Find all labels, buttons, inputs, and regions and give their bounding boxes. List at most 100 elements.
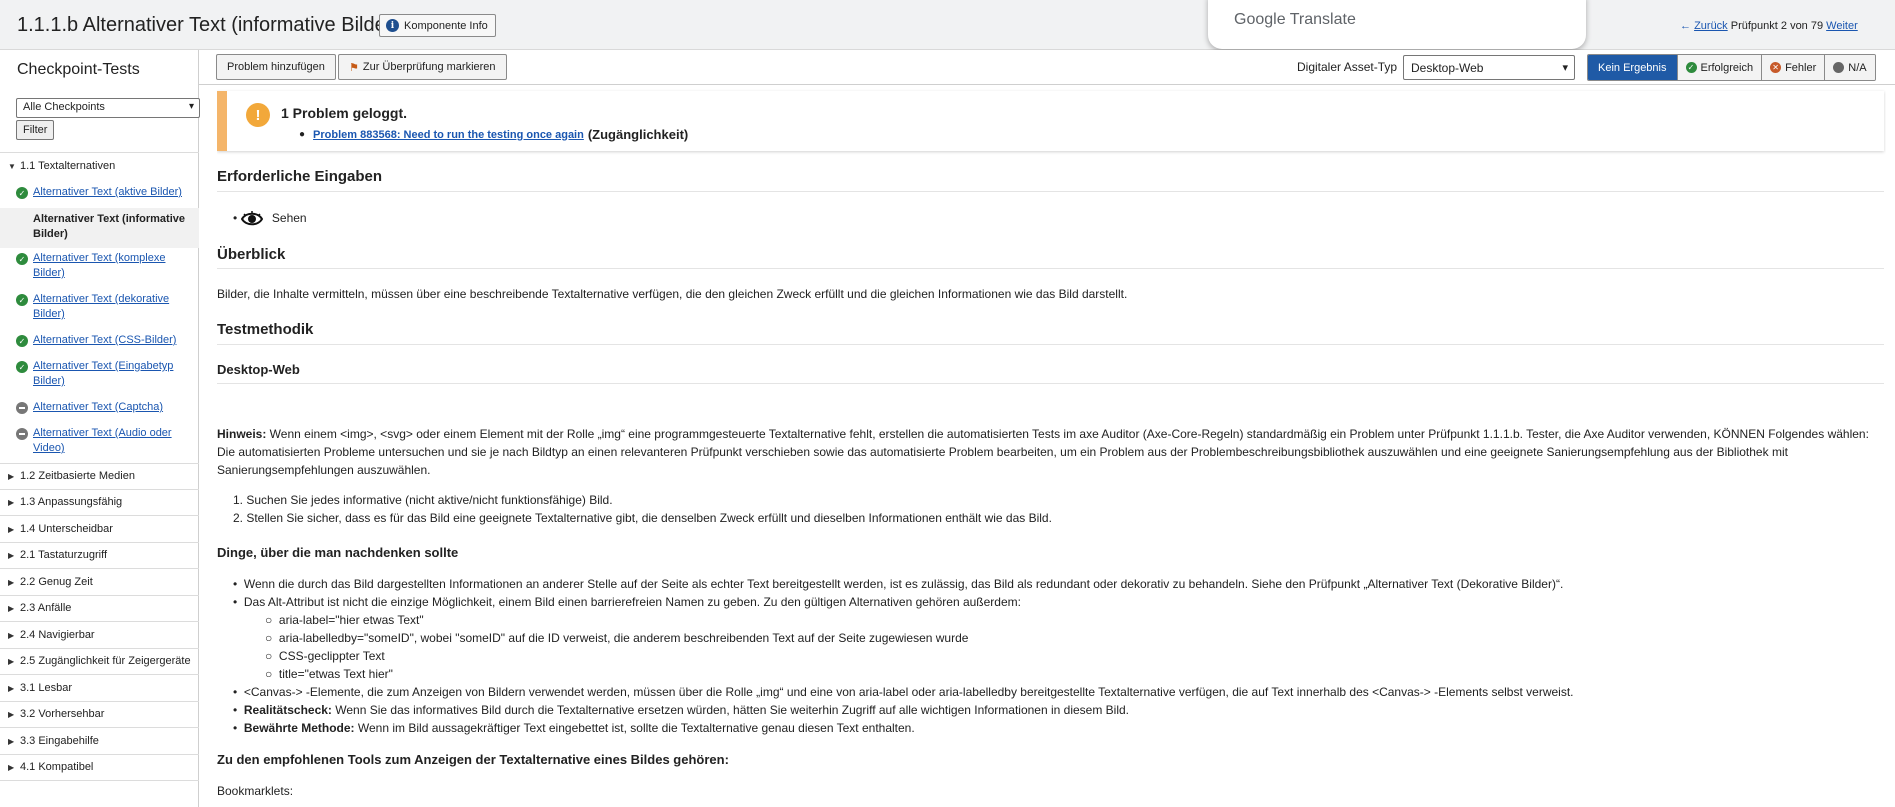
consideration-item: • Realitätscheck: Wenn Sie das informati… — [233, 703, 1130, 717]
sidebar: Checkpoint-Tests Alle Checkpoints ▾ Filt… — [0, 50, 200, 807]
add-problem-button[interactable]: Problem hinzufügen — [216, 54, 336, 80]
sidebar-item-label[interactable]: Alternativer Text (Eingabetyp Bilder) — [33, 359, 186, 389]
triangle-right-icon: ▶ — [8, 736, 15, 746]
google-translate-popup: Google Translate — [1208, 0, 1586, 49]
bullet-icon: ● — [299, 129, 306, 140]
sidebar-item-label[interactable]: Alternativer Text (Captcha) — [33, 400, 163, 415]
komponente-info-button[interactable]: i Komponente Info — [379, 14, 496, 37]
triangle-right-icon: ▶ — [8, 497, 15, 507]
divider — [0, 727, 199, 728]
consideration-item: • Bewährte Methode: Wenn im Bild aussage… — [233, 721, 915, 735]
triangle-right-icon: ▶ — [8, 524, 15, 534]
circle-icon — [1833, 62, 1845, 73]
sidebar-item-eingabetyp-bilder[interactable]: ✓ Alternativer Text (Eingabetyp Bilder) — [16, 359, 186, 389]
sidebar-group-2-3[interactable]: ▶ 2.3 Anfälle — [8, 602, 71, 614]
sidebar-group-2-1[interactable]: ▶ 2.1 Tastaturzugriff — [8, 549, 107, 561]
checkpoint-navigation: ← Zurück Prüfpunkt 2 von 79 Weiter — [1680, 20, 1858, 32]
back-link[interactable]: Zurück — [1694, 20, 1728, 32]
result-none-button[interactable]: Kein Ergebnis — [1588, 55, 1678, 80]
consideration-item: • Wenn die durch das Bild dargestellten … — [233, 577, 1564, 591]
chevron-down-icon: ▾ — [1562, 62, 1568, 74]
result-fail-label: Fehler — [1785, 61, 1817, 74]
check-circle-icon: ✓ — [16, 294, 28, 306]
problem-link[interactable]: Problem 883568: Need to run the testing … — [313, 129, 584, 141]
toolbar: Problem hinzufügen ⚑ Zur Überprüfung mar… — [199, 50, 1895, 85]
step-item: 2. Stellen Sie sicher, dass es für das B… — [233, 511, 1052, 525]
sidebar-item-audio-video[interactable]: Alternativer Text (Audio oder Video) — [16, 426, 186, 456]
minus-circle-icon — [16, 402, 28, 414]
divider — [0, 568, 199, 569]
divider — [0, 515, 199, 516]
next-link[interactable]: Weiter — [1826, 20, 1858, 32]
page-title: 1.1.1.b Alternativer Text (informative B… — [17, 14, 400, 36]
sidebar-item-label[interactable]: Alternativer Text (dekorative Bilder) — [33, 292, 186, 322]
hint-text: Wenn einem <img>, <svg> oder einem Eleme… — [217, 427, 1869, 477]
sidebar-item-aktive-bilder[interactable]: ✓ Alternativer Text (aktive Bilder) — [16, 185, 186, 200]
sidebar-item-komplexe-bilder[interactable]: ✓ Alternativer Text (komplexe Bilder) — [16, 251, 186, 281]
filter-button[interactable]: Filter — [16, 120, 55, 140]
required-inputs-heading: Erforderliche Eingaben — [217, 168, 383, 185]
sidebar-item-css-bilder[interactable]: ✓ Alternativer Text (CSS-Bilder) — [16, 333, 186, 348]
checkpoint-position: Prüfpunkt 2 von 79 — [1730, 20, 1824, 32]
arrow-left-icon: ← — [1680, 20, 1691, 32]
alternative-text: aria-labelledby="someID", wobei "someID"… — [278, 631, 969, 645]
result-fail-button[interactable]: ✕ Fehler — [1762, 55, 1826, 80]
sidebar-group-3-1[interactable]: ▶ 3.1 Lesbar — [8, 682, 72, 694]
google-translate-logo: Google Translate — [1234, 11, 1356, 28]
komponente-info-label: Komponente Info — [404, 19, 488, 32]
sidebar-group-2-2[interactable]: ▶ 2.2 Genug Zeit — [8, 576, 93, 588]
consideration-text: Wenn die durch das Bild dargestellten In… — [243, 577, 1564, 591]
result-pass-button[interactable]: ✓ Erfolgreich — [1677, 55, 1763, 80]
sidebar-group-2-4[interactable]: ▶ 2.4 Navigierbar — [8, 629, 95, 641]
sidebar-group-3-3[interactable]: ▶ 3.3 Eingabehilfe — [8, 735, 99, 747]
sidebar-group-1-2[interactable]: ▶ 1.2 Zeitbasierte Medien — [8, 470, 135, 482]
sidebar-item-label[interactable]: Alternativer Text (CSS-Bilder) — [33, 333, 176, 348]
check-circle-icon: ✓ — [1685, 62, 1697, 73]
sidebar-item-label[interactable]: Alternativer Text (komplexe Bilder) — [33, 251, 186, 281]
checkpoint-filter-select[interactable]: Alle Checkpoints ▾ — [16, 98, 200, 118]
alternative-item: ○ aria-labelledby="someID", wobei "someI… — [265, 631, 969, 645]
triangle-right-icon: ▶ — [8, 762, 15, 772]
sidebar-group-1-4[interactable]: ▶ 1.4 Unterscheidbar — [8, 523, 113, 535]
divider — [0, 595, 199, 596]
sidebar-group-4-1[interactable]: ▶ 4.1 Kompatibel — [8, 761, 93, 773]
sidebar-group-label: 2.3 Anfälle — [20, 602, 72, 614]
consideration-item: • Das Alt-Attribut ist nicht die einzige… — [233, 595, 1021, 609]
divider — [0, 780, 199, 781]
mark-review-button[interactable]: ⚑ Zur Überprüfung markieren — [338, 54, 507, 80]
sidebar-item-dekorative-bilder[interactable]: ✓ Alternativer Text (dekorative Bilder) — [16, 292, 186, 322]
minus-circle-icon — [16, 428, 28, 440]
sidebar-item-informative-bilder: Alternativer Text (informative Bilder) — [33, 213, 186, 240]
x-circle-icon: ✕ — [1770, 62, 1782, 73]
sidebar-group-label: 1.2 Zeitbasierte Medien — [20, 470, 135, 482]
result-na-label: N/A — [1848, 61, 1867, 74]
sidebar-group-label: 2.5 Zugänglichkeit für Zeigergeräte — [20, 655, 191, 667]
sidebar-group-3-2[interactable]: ▶ 3.2 Vorhersehbar — [8, 708, 104, 720]
divider — [0, 542, 199, 543]
alternative-text: aria-label="hier etwas Text" — [278, 613, 424, 627]
sidebar-item-label[interactable]: Alternativer Text (Audio oder Video) — [33, 426, 186, 456]
sidebar-group-1-1[interactable]: ▼ 1.1 Textalternativen — [8, 160, 115, 172]
check-circle-icon: ✓ — [16, 253, 28, 265]
asset-type-select[interactable]: Desktop-Web ▾ — [1403, 55, 1575, 80]
sidebar-group-2-5[interactable]: ▶ 2.5 Zugänglichkeit für Zeigergeräte — [8, 655, 191, 667]
result-na-button[interactable]: N/A — [1825, 55, 1875, 80]
sidebar-group-1-3[interactable]: ▶ 1.3 Anpassungsfähig — [8, 496, 122, 508]
test-method-heading: Testmethodik — [217, 321, 314, 338]
info-icon: i — [386, 19, 399, 32]
sidebar-item-label[interactable]: Alternativer Text (aktive Bilder) — [33, 185, 182, 200]
sidebar-group-label: 3.1 Lesbar — [20, 682, 72, 694]
divider — [217, 344, 1884, 345]
sidebar-group-label: 2.2 Genug Zeit — [20, 576, 93, 588]
sidebar-item-captcha[interactable]: Alternativer Text (Captcha) — [16, 400, 186, 415]
divider — [0, 152, 199, 153]
triangle-right-icon: ▶ — [8, 683, 15, 693]
alternative-item: ○ CSS-geclippter Text — [265, 649, 385, 663]
eye-icon — [240, 210, 263, 226]
check-circle-icon: ✓ — [16, 335, 28, 347]
best-practice-text: Wenn im Bild aussagekräftiger Text einge… — [354, 721, 915, 735]
divider — [0, 463, 199, 464]
consideration-text: Das Alt-Attribut ist nicht die einzige M… — [243, 595, 1021, 609]
alert-problem-item: ● Problem 883568: Need to run the testin… — [299, 127, 688, 142]
reality-label: Realitätscheck: — [243, 703, 332, 717]
